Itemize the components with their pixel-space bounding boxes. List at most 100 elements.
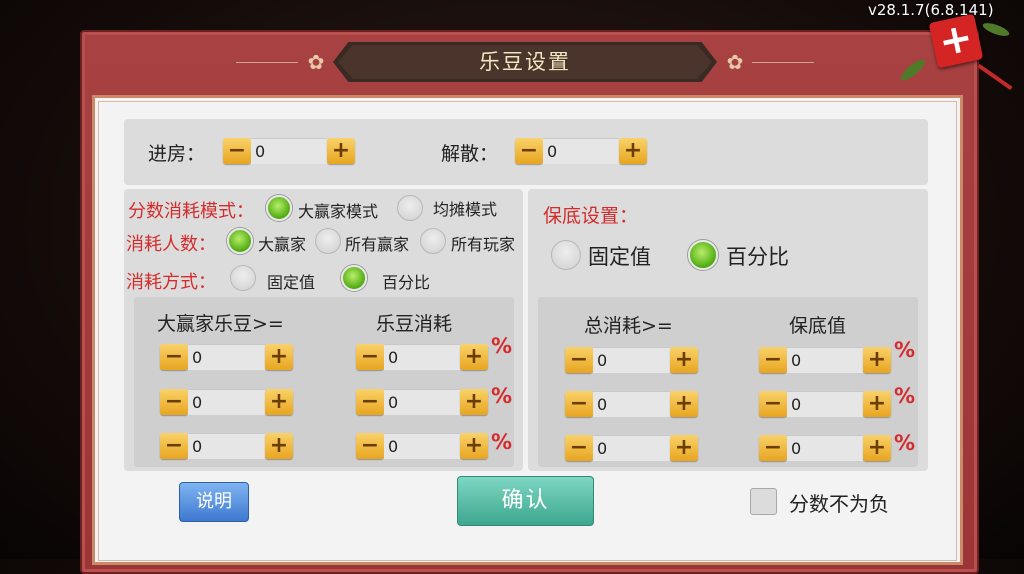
percent-sign: %	[491, 430, 513, 454]
plus-button[interactable]: +	[460, 344, 488, 370]
minus-button[interactable]: −	[515, 138, 543, 164]
minus-button[interactable]: −	[759, 391, 787, 417]
total-header: 总消耗>=	[584, 315, 673, 337]
minus-button[interactable]: −	[565, 435, 593, 461]
percent-sign: %	[491, 384, 513, 408]
minus-button[interactable]: −	[160, 433, 188, 459]
total-stepper: − 0 +	[565, 347, 698, 373]
radio-all-winners[interactable]	[315, 228, 341, 254]
enter-room-label: 进房：	[148, 143, 206, 165]
cost-stepper: − 0 +	[356, 344, 488, 370]
minus-button[interactable]: −	[356, 433, 384, 459]
leaf-decoration-icon	[981, 20, 1011, 39]
plus-button[interactable]: +	[670, 391, 698, 417]
plus-button[interactable]: +	[327, 138, 355, 164]
total-stepper: − 0 +	[565, 435, 698, 461]
cost-stepper: − 0 +	[356, 433, 488, 459]
radio-winner-mode[interactable]	[266, 195, 292, 221]
cost-input[interactable]: 0	[384, 433, 460, 459]
radio-big-winner[interactable]	[227, 228, 253, 254]
people-label: 消耗人数：	[126, 234, 216, 255]
percent-sign: %	[491, 334, 513, 358]
radio-fixed-value[interactable]	[230, 265, 256, 291]
radio-min-fixed[interactable]	[551, 240, 581, 270]
dissolve-label: 解散：	[441, 143, 499, 165]
plus-button[interactable]: +	[863, 347, 891, 373]
split-mode-label: 均摊模式	[433, 200, 498, 219]
threshold-input[interactable]: 0	[188, 389, 265, 415]
close-icon: +	[934, 14, 977, 67]
enter-room-input[interactable]: 0	[251, 138, 327, 164]
dissolve-stepper: − 0 +	[515, 138, 647, 164]
percent-sign: %	[894, 338, 916, 362]
minus-button[interactable]: −	[565, 347, 593, 373]
minus-button[interactable]: −	[356, 389, 384, 415]
plus-button[interactable]: +	[460, 433, 488, 459]
minus-button[interactable]: −	[160, 344, 188, 370]
min-input[interactable]: 0	[787, 435, 863, 461]
winner-mode-label: 大赢家模式	[298, 202, 379, 221]
minus-button[interactable]: −	[759, 435, 787, 461]
total-stepper: − 0 +	[565, 391, 698, 417]
enter-room-stepper: − 0 +	[223, 138, 355, 164]
help-button[interactable]: 说明	[179, 482, 249, 522]
ornament-left-icon: ✿	[307, 50, 325, 74]
radio-all-players[interactable]	[420, 228, 446, 254]
threshold-stepper: − 0 +	[160, 344, 293, 370]
plus-button[interactable]: +	[863, 435, 891, 461]
min-stepper: − 0 +	[759, 435, 891, 461]
plus-button[interactable]: +	[863, 391, 891, 417]
min-input[interactable]: 0	[787, 347, 863, 373]
confirm-button[interactable]: 确认	[457, 476, 594, 526]
threshold-header: 大赢家乐豆>=	[157, 313, 284, 335]
min-percentage-label: 百分比	[726, 245, 789, 269]
percent-sign: %	[894, 431, 916, 455]
minus-button[interactable]: −	[223, 138, 251, 164]
minus-button[interactable]: −	[356, 344, 384, 370]
threshold-input[interactable]: 0	[188, 344, 265, 370]
dissolve-input[interactable]: 0	[543, 138, 619, 164]
radio-min-percentage[interactable]	[688, 240, 718, 270]
cost-input[interactable]: 0	[384, 389, 460, 415]
min-input[interactable]: 0	[787, 391, 863, 417]
min-stepper: − 0 +	[759, 347, 891, 373]
plus-button[interactable]: +	[265, 344, 293, 370]
method-label: 消耗方式：	[126, 272, 216, 293]
total-input[interactable]: 0	[593, 347, 670, 373]
radio-percentage[interactable]	[341, 265, 367, 291]
plus-button[interactable]: +	[619, 138, 647, 164]
title-right-line	[752, 62, 814, 63]
plus-button[interactable]: +	[460, 389, 488, 415]
cost-stepper: − 0 +	[356, 389, 488, 415]
plus-button[interactable]: +	[265, 433, 293, 459]
min-stepper: − 0 +	[759, 391, 891, 417]
fixed-value-label: 固定值	[267, 273, 316, 292]
minimum-label: 保底设置：	[543, 205, 639, 227]
ornament-right-icon: ✿	[726, 50, 744, 74]
plus-button[interactable]: +	[670, 435, 698, 461]
minus-button[interactable]: −	[160, 389, 188, 415]
plus-button[interactable]: +	[265, 389, 293, 415]
cost-header: 乐豆消耗	[376, 313, 453, 335]
threshold-stepper: − 0 +	[160, 389, 293, 415]
close-button[interactable]: +	[928, 13, 984, 69]
total-input[interactable]: 0	[593, 391, 670, 417]
percentage-label: 百分比	[382, 273, 431, 292]
big-winner-label: 大赢家	[258, 235, 307, 254]
ribbon-decoration	[977, 63, 1013, 91]
minus-button[interactable]: −	[565, 391, 593, 417]
non-negative-label: 分数不为负	[789, 492, 889, 516]
title-left-line	[236, 62, 298, 63]
total-input[interactable]: 0	[593, 435, 670, 461]
cost-input[interactable]: 0	[384, 344, 460, 370]
percent-sign: %	[894, 384, 916, 408]
non-negative-checkbox[interactable]	[750, 488, 777, 515]
radio-split-mode[interactable]	[397, 195, 423, 221]
mode-label: 分数消耗模式：	[128, 201, 254, 222]
threshold-stepper: − 0 +	[160, 433, 293, 459]
dialog-title: 乐豆设置	[479, 50, 571, 74]
plus-button[interactable]: +	[670, 347, 698, 373]
minus-button[interactable]: −	[759, 347, 787, 373]
threshold-input[interactable]: 0	[188, 433, 265, 459]
all-players-label: 所有玩家	[451, 235, 516, 254]
